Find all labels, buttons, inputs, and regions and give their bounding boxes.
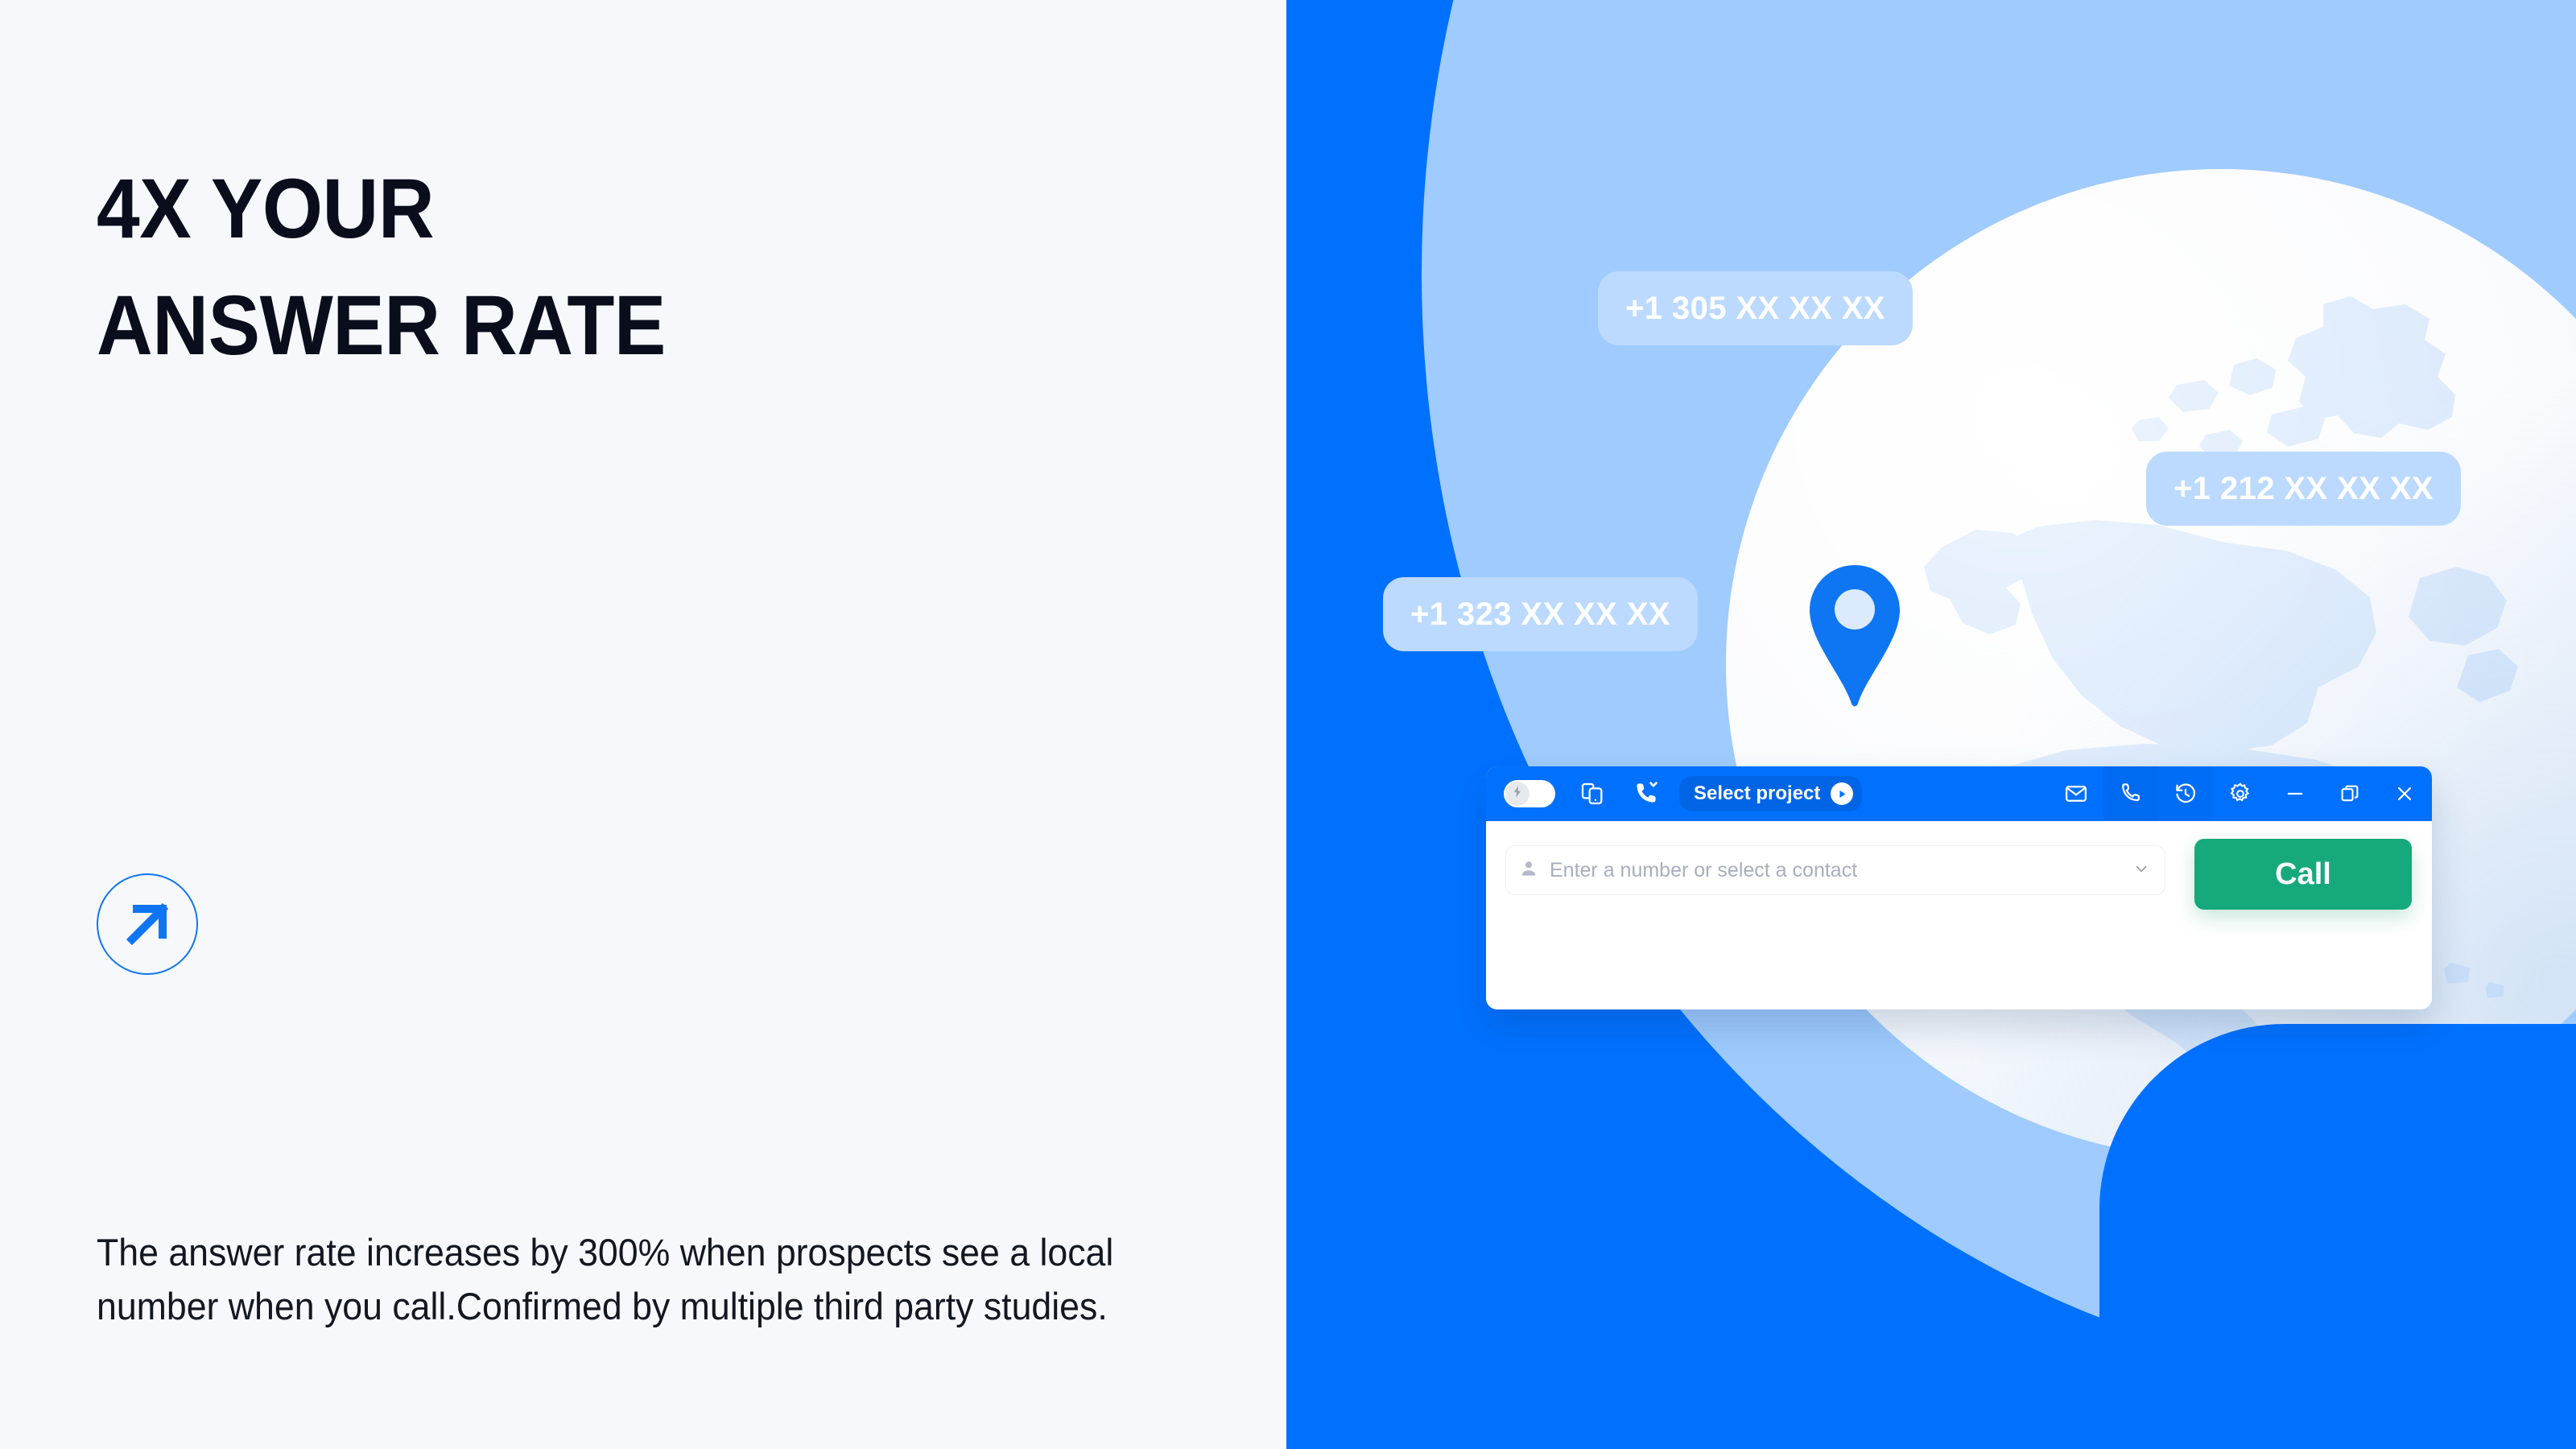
dialer-window: Select project Enter a number or select … xyxy=(1486,766,2432,1009)
person-icon xyxy=(1519,859,1538,882)
chevron-down-icon[interactable] xyxy=(2132,860,2150,881)
page-title: 4X YOUR ANSWER RATE xyxy=(97,162,666,374)
arrow-up-right-icon xyxy=(113,890,182,959)
lightning-bolt-icon xyxy=(1511,785,1525,803)
illustration-panel xyxy=(1286,0,2576,1449)
hero-description: The answer rate increases by 300% when p… xyxy=(97,1231,1114,1327)
left-content-panel: 4X YOUR ANSWER RATE The answer rate incr… xyxy=(0,0,1286,1449)
dialer-titlebar[interactable]: Select project xyxy=(1486,766,2432,821)
toggle-knob xyxy=(1505,782,1530,806)
map-pin-icon xyxy=(1807,564,1902,708)
dialer-body: Enter a number or select a contact Call xyxy=(1486,821,2432,1009)
play-circle-icon xyxy=(1831,782,1854,805)
phone-number-input[interactable]: Enter a number or select a contact xyxy=(1505,845,2165,895)
mail-icon[interactable] xyxy=(2049,766,2103,821)
close-icon[interactable] xyxy=(2377,766,2432,821)
project-selector-label: Select project xyxy=(1694,782,1821,804)
restore-window-icon[interactable] xyxy=(2322,766,2377,821)
background-blob-bottom xyxy=(2099,1024,2576,1449)
power-toggle[interactable] xyxy=(1504,780,1555,807)
titlebar-left-tools xyxy=(1504,776,1665,811)
minimize-icon[interactable] xyxy=(2268,766,2322,821)
arrow-up-right-badge xyxy=(97,873,198,975)
hero-banner: 4X YOUR ANSWER RATE The answer rate incr… xyxy=(0,0,2576,1449)
project-selector[interactable]: Select project xyxy=(1679,776,1863,811)
number-bubble: +1 305 XX XX XX xyxy=(1598,271,1913,345)
phone-chevron-icon[interactable] xyxy=(1629,776,1665,811)
gear-icon[interactable] xyxy=(2213,766,2268,821)
titlebar-actions xyxy=(2049,766,2432,821)
call-button[interactable]: Call xyxy=(2194,839,2412,910)
number-bubble: +1 212 XX XX XX xyxy=(2146,452,2461,526)
phone-icon[interactable] xyxy=(2103,766,2158,821)
number-bubble: +1 323 XX XX XX xyxy=(1383,577,1698,651)
phone-number-placeholder: Enter a number or select a contact xyxy=(1550,858,1858,881)
history-clock-icon[interactable] xyxy=(2158,766,2213,821)
devices-copy-icon[interactable] xyxy=(1575,776,1610,811)
